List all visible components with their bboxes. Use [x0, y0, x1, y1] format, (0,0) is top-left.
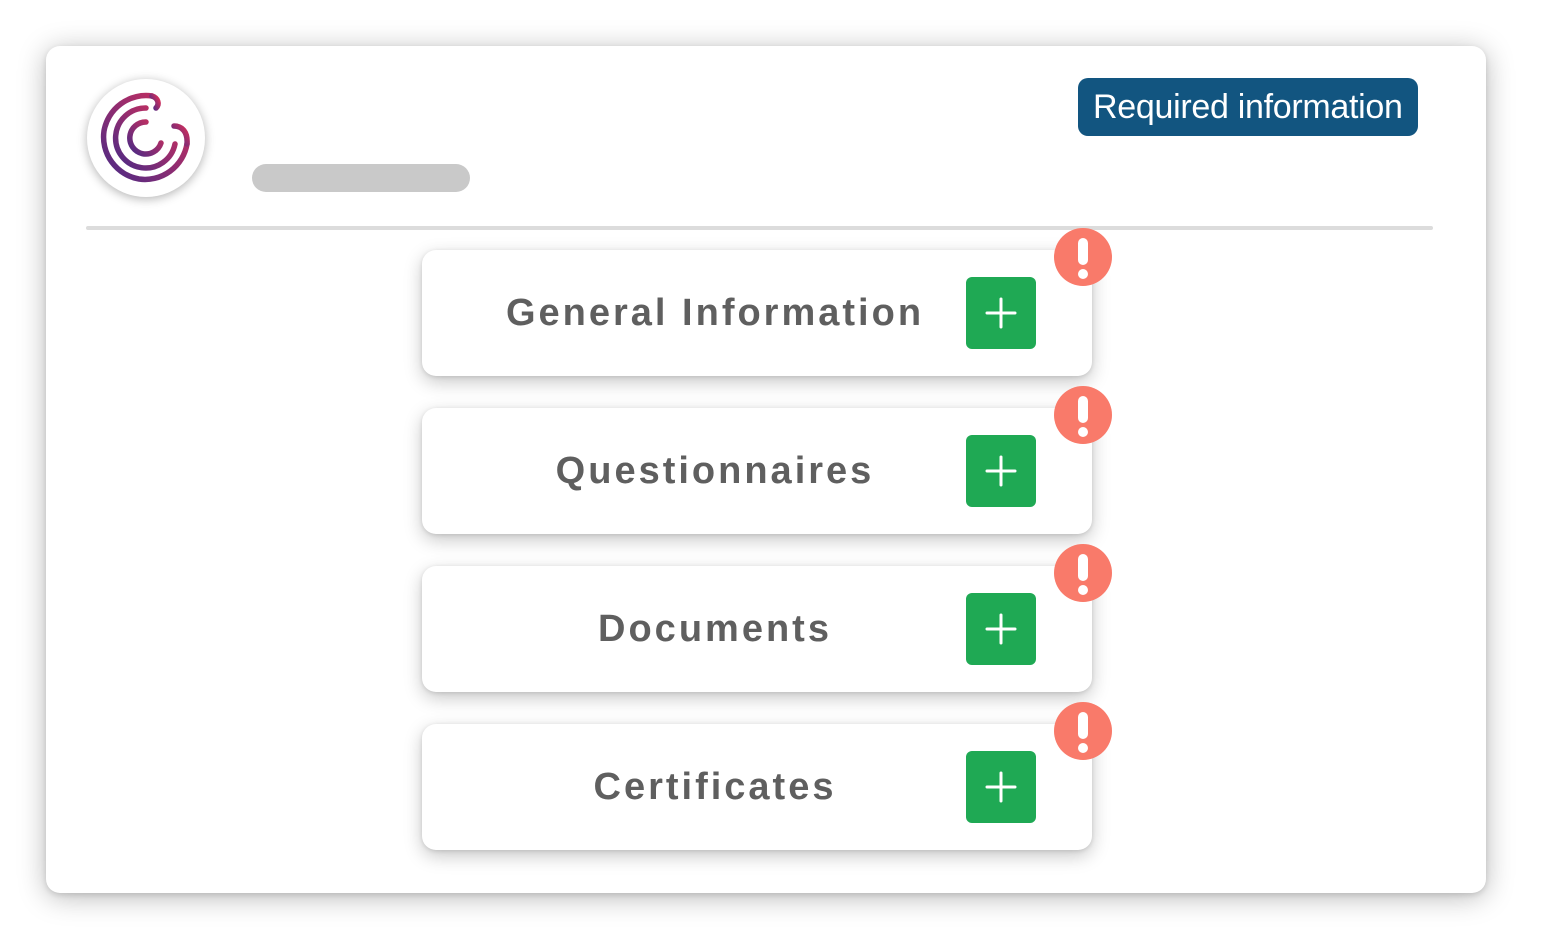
header-divider — [86, 226, 1433, 230]
section-certificates[interactable]: Certificates — [422, 702, 1112, 850]
section-documents[interactable]: Documents — [422, 544, 1112, 692]
add-general-information-button[interactable] — [966, 277, 1036, 349]
section-label: General Information — [505, 292, 925, 334]
add-documents-button[interactable] — [966, 593, 1036, 665]
main-card: Required information General Information… — [46, 46, 1486, 893]
exclamation-alert-icon — [1054, 228, 1112, 286]
name-placeholder-bar — [252, 164, 470, 192]
spiral-logo-icon — [100, 92, 190, 183]
section-label: Certificates — [593, 766, 837, 808]
exclamation-alert-icon — [1054, 702, 1112, 760]
section-label: Documents — [598, 608, 832, 650]
section-general-information[interactable]: General Information — [422, 228, 1112, 376]
plus-icon — [985, 771, 1017, 803]
exclamation-alert-icon — [1054, 544, 1112, 602]
add-certificates-button[interactable] — [966, 751, 1036, 823]
plus-icon — [985, 613, 1017, 645]
section-questionnaires[interactable]: Questionnaires — [422, 386, 1112, 534]
add-questionnaires-button[interactable] — [966, 435, 1036, 507]
required-information-badge: Required information — [1078, 78, 1418, 136]
logo — [87, 79, 205, 197]
section-label: Questionnaires — [555, 450, 875, 492]
plus-icon — [985, 455, 1017, 487]
exclamation-alert-icon — [1054, 386, 1112, 444]
plus-icon — [985, 297, 1017, 329]
